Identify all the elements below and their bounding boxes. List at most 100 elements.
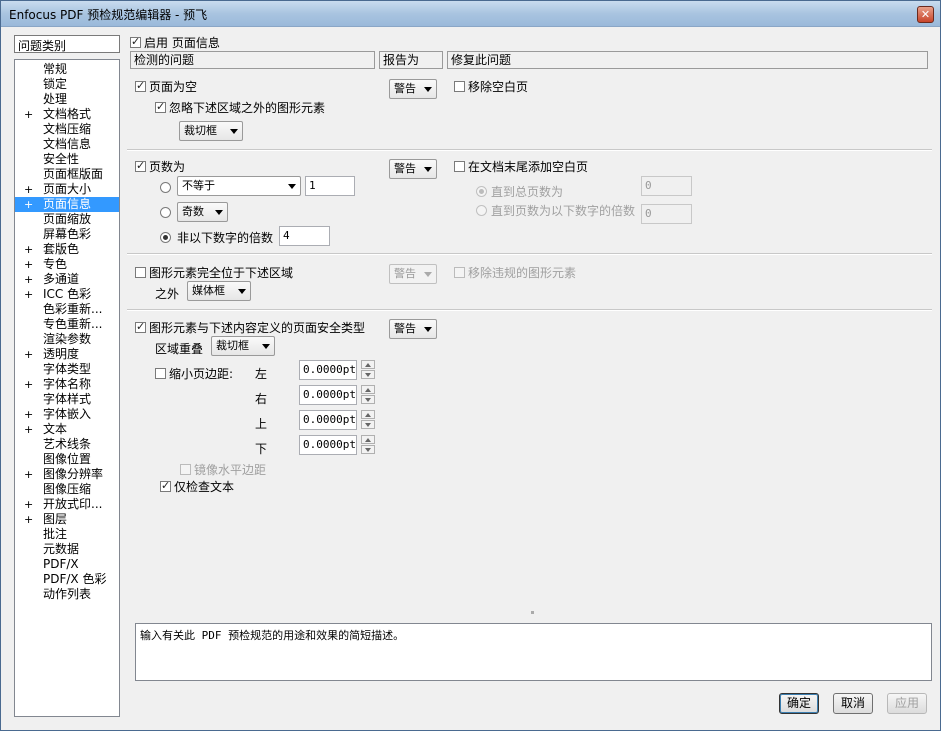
checkbox-box[interactable] [135,159,146,172]
s3-box-select[interactable]: 媒体框 [187,281,251,301]
fully-outside-checkbox[interactable]: 图形元素完全位于下述区域 [135,264,293,281]
sidebar-item[interactable]: 锁定 [15,77,119,92]
overlap-safe-checkbox[interactable]: 图形元素与下述内容定义的页面安全类型 [135,319,365,336]
sidebar-item[interactable]: 屏幕色彩 [15,227,119,242]
description-field[interactable]: 输入有关此 PDF 预检规范的用途和效果的简短描述。 [135,623,932,681]
sidebar-item[interactable]: 图像位置 [15,452,119,467]
sidebar-item[interactable]: + 透明度 [15,347,119,362]
s3-report-select[interactable]: 警告 [389,264,437,284]
sidebar-item[interactable]: 批注 [15,527,119,542]
ok-button[interactable]: 确定 [779,693,819,714]
sidebar-item[interactable]: 专色重新... [15,317,119,332]
sidebar-item[interactable]: 艺术线条 [15,437,119,452]
sidebar-item[interactable]: 色彩重新... [15,302,119,317]
sidebar-item[interactable]: + 页面大小 [15,182,119,197]
expand-icon[interactable]: + [24,422,34,437]
margin-top-input[interactable]: 0.0000pt [299,410,357,430]
margin-top-spinner[interactable] [361,410,375,430]
expand-icon[interactable]: + [24,107,34,122]
spin-down-icon[interactable] [361,370,375,379]
sidebar-item[interactable]: 页面缩放 [15,212,119,227]
title-bar[interactable]: Enfocus PDF 预检规范编辑器 - 预飞 ✕ [1,1,940,27]
spin-down-icon[interactable] [361,420,375,429]
sidebar-item[interactable]: + 字体名称 [15,377,119,392]
expand-icon[interactable]: + [24,197,34,212]
sidebar-item[interactable]: 图像压缩 [15,482,119,497]
sidebar-item[interactable]: + 多通道 [15,272,119,287]
sidebar-item[interactable]: 处理 [15,92,119,107]
sidebar-item[interactable]: 安全性 [15,152,119,167]
checkbox-box[interactable] [135,320,146,333]
expand-icon[interactable]: + [24,272,34,287]
spin-up-icon[interactable] [361,410,375,419]
operator-select[interactable]: 不等于 [177,176,301,196]
checkbox-box[interactable] [155,100,166,113]
spin-up-icon[interactable] [361,360,375,369]
sidebar-item[interactable]: 常规 [15,62,119,77]
margin-right-spinner[interactable] [361,385,375,405]
sidebar-item[interactable]: + 套版色 [15,242,119,257]
checkbox-box[interactable] [180,464,191,475]
expand-icon[interactable]: + [24,257,34,272]
expand-icon[interactable]: + [24,497,34,512]
shrink-margin-checkbox[interactable]: 缩小页边距: [155,365,233,382]
until-multiple-input[interactable]: 0 [641,204,692,224]
category-tree[interactable]: 常规 锁定 处理 + 文档格式 文档压缩 文档信息 安全性 页面框版面 + 页面大小 + 页面信息 页面缩… [14,59,120,717]
s4-box-select[interactable]: 裁切框 [211,336,275,356]
sidebar-item[interactable]: PDF/X [15,557,119,572]
sidebar-item[interactable]: + 页面信息 [15,197,119,212]
splitter-grip[interactable] [531,611,534,614]
page-count-checkbox[interactable]: 页数为 [135,158,185,175]
ignore-outside-checkbox[interactable]: 忽略下述区域之外的图形元素 [155,99,325,116]
parity-select[interactable]: 奇数 [177,202,228,222]
margin-left-input[interactable]: 0.0000pt [299,360,357,380]
checkbox-box[interactable] [130,35,141,48]
sidebar-item[interactable]: 渲染参数 [15,332,119,347]
expand-icon[interactable]: + [24,512,34,527]
sidebar-item[interactable]: 文档压缩 [15,122,119,137]
checkbox-box[interactable] [135,79,146,92]
margin-bottom-spinner[interactable] [361,435,375,455]
checkbox-box[interactable] [155,368,166,379]
sidebar-item[interactable]: 元数据 [15,542,119,557]
sidebar-item[interactable]: + 文本 [15,422,119,437]
until-total-input[interactable]: 0 [641,176,692,196]
s2-report-select[interactable]: 警告 [389,159,437,179]
sidebar-item[interactable]: + 开放式印... [15,497,119,512]
checkbox-box[interactable] [160,479,171,492]
radio-not-equal[interactable] [160,182,171,193]
sidebar-item[interactable]: + 图像分辨率 [15,467,119,482]
multiple-value-input[interactable]: 4 [279,226,330,246]
radio-not-multiple[interactable] [160,232,171,243]
apply-button[interactable]: 应用 [887,693,927,714]
sidebar-item[interactable]: 文档信息 [15,137,119,152]
spin-up-icon[interactable] [361,435,375,444]
sidebar-item[interactable]: + 专色 [15,257,119,272]
radio-until-total[interactable] [476,186,487,197]
radio-until-multiple[interactable] [476,205,487,216]
remove-violating-checkbox[interactable]: 移除违规的图形元素 [454,264,576,281]
sidebar-item[interactable]: + 字体嵌入 [15,407,119,422]
checkbox-box[interactable] [135,267,146,278]
page-count-value-input[interactable]: 1 [305,176,355,196]
spin-up-icon[interactable] [361,385,375,394]
radio-parity[interactable] [160,207,171,218]
expand-icon[interactable]: + [24,407,34,422]
remove-blank-page-checkbox[interactable]: 移除空白页 [454,78,528,95]
expand-icon[interactable]: + [24,377,34,392]
sidebar-item[interactable]: + 文档格式 [15,107,119,122]
expand-icon[interactable]: + [24,347,34,362]
margin-bottom-input[interactable]: 0.0000pt [299,435,357,455]
spin-down-icon[interactable] [361,445,375,454]
cancel-button[interactable]: 取消 [833,693,873,714]
margin-right-input[interactable]: 0.0000pt [299,385,357,405]
close-icon[interactable]: ✕ [917,6,934,23]
page-empty-checkbox[interactable]: 页面为空 [135,78,197,95]
sidebar-item[interactable]: + 图层 [15,512,119,527]
expand-icon[interactable]: + [24,287,34,302]
expand-icon[interactable]: + [24,242,34,257]
sidebar-item[interactable]: + ICC 色彩 [15,287,119,302]
margin-left-spinner[interactable] [361,360,375,380]
s4-report-select[interactable]: 警告 [389,319,437,339]
text-only-checkbox[interactable]: 仅检查文本 [160,478,234,495]
